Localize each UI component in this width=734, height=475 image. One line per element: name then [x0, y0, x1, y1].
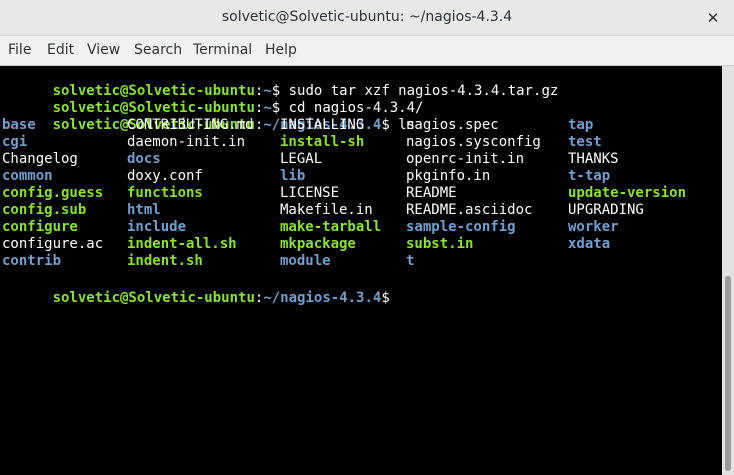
- prompt-path: ~/nagios-4.3.4: [263, 290, 382, 306]
- menu-bar: File Edit View Search Terminal Help: [0, 36, 734, 66]
- ls-entry-file: openrc-init.in: [406, 151, 525, 167]
- ls-entry-exe: config.guess: [2, 185, 104, 201]
- ls-entry-file: Makefile.in: [280, 202, 373, 218]
- ls-entry-file: nagios.sysconfig: [406, 134, 541, 150]
- current-prompt[interactable]: solvetic@Solvetic-ubuntu:~/nagios-4.3.4$: [2, 270, 397, 306]
- ls-entry-dir: include: [127, 219, 187, 235]
- ls-entry-dir: worker: [568, 219, 619, 235]
- ls-entry-file: LEGAL: [280, 151, 323, 167]
- prompt-symbol: $: [381, 290, 390, 306]
- ls-entry-dir: sample-config: [406, 219, 516, 235]
- ls-entry-file: daemon-init.in: [127, 134, 246, 150]
- ls-entry-dir: xdata: [568, 236, 611, 252]
- menu-terminal[interactable]: Terminal: [193, 42, 252, 58]
- menu-file[interactable]: File: [8, 42, 31, 58]
- ls-entry-exe: install-sh: [280, 134, 365, 150]
- ls-entry-exe: subst.in: [406, 236, 474, 252]
- ls-entry-dir: test: [568, 134, 602, 150]
- ls-entry-file: Changelog: [2, 151, 78, 167]
- ls-entry-file: THANKS: [568, 151, 619, 167]
- window-title: solvetic@Solvetic-ubuntu: ~/nagios-4.3.4: [221, 9, 513, 25]
- ls-entry-dir: base: [2, 117, 36, 133]
- ls-entry-dir: common: [2, 168, 53, 184]
- ls-entry-exe: configure: [2, 219, 78, 235]
- ls-entry-exe: make-tarball: [280, 219, 382, 235]
- ls-entry-exe: mkpackage: [280, 236, 356, 252]
- ls-entry-dir: docs: [127, 151, 161, 167]
- ls-entry-exe: config.sub: [2, 202, 87, 218]
- ls-entry-dir: t-tap: [568, 168, 611, 184]
- ls-entry-exe: indent.sh: [127, 253, 203, 269]
- ls-entry-dir: lib: [280, 168, 306, 184]
- ls-entry-file: pkginfo.in: [406, 168, 491, 184]
- ls-entry-dir: contrib: [2, 253, 62, 269]
- menu-edit[interactable]: Edit: [47, 42, 74, 58]
- ls-entry-file: INSTALLING: [280, 117, 365, 133]
- scrollbar-thumb[interactable]: [725, 276, 731, 471]
- ls-entry-file: CONTRIBUTING.md: [127, 117, 254, 133]
- command-line: solvetic@Solvetic-ubuntu:~$ cd nagios-4.…: [2, 83, 424, 116]
- command-line: solvetic@Solvetic-ubuntu:~$ sudo tar xzf…: [2, 66, 559, 99]
- ls-entry-dir: module: [280, 253, 331, 269]
- prompt-symbol: $: [381, 117, 399, 133]
- ls-entry-file: doxy.conf: [127, 168, 203, 184]
- ls-entry-dir: cgi: [2, 134, 28, 150]
- menu-help[interactable]: Help: [265, 42, 297, 58]
- menu-search[interactable]: Search: [134, 42, 182, 58]
- prompt-user-host: solvetic@Solvetic-ubuntu: [52, 290, 255, 306]
- ls-entry-file: README: [406, 185, 457, 201]
- ls-entry-file: LICENSE: [280, 185, 340, 201]
- ls-entry-exe: indent-all.sh: [127, 236, 237, 252]
- title-bar[interactable]: solvetic@Solvetic-ubuntu: ~/nagios-4.3.4…: [0, 0, 734, 36]
- scrollbar[interactable]: [722, 66, 734, 475]
- close-icon[interactable]: ✕: [704, 9, 722, 27]
- command-line: solvetic@Solvetic-ubuntu:~/nagios-4.3.4$…: [2, 100, 415, 133]
- menu-view[interactable]: View: [87, 42, 120, 58]
- ls-entry-exe: update-version: [568, 185, 687, 201]
- ls-entry-dir: t: [406, 253, 415, 269]
- text-cursor: [390, 287, 397, 302]
- ls-entry-file: README.asciidoc: [406, 202, 533, 218]
- terminal-window: solvetic@Solvetic-ubuntu: ~/nagios-4.3.4…: [0, 0, 734, 475]
- ls-entry-dir: html: [127, 202, 161, 218]
- ls-entry-dir: tap: [568, 117, 594, 133]
- ls-entry-file: UPGRADING: [568, 202, 644, 218]
- ls-entry-exe: functions: [127, 185, 203, 201]
- ls-entry-file: configure.ac: [2, 236, 104, 252]
- terminal-output[interactable]: solvetic@Solvetic-ubuntu:~$ sudo tar xzf…: [0, 66, 722, 475]
- ls-entry-file: nagios.spec: [406, 117, 499, 133]
